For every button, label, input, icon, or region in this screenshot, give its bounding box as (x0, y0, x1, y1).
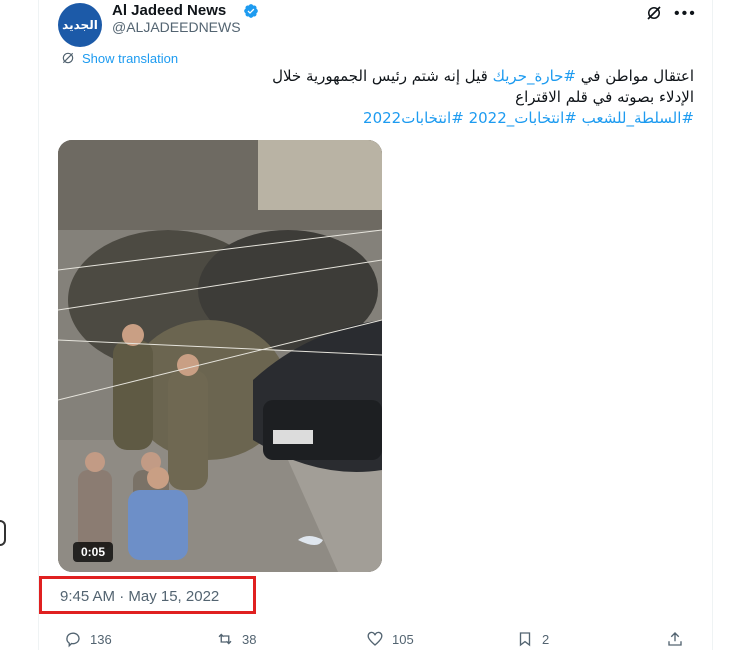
hashtag-link[interactable]: #حارة_حريك (493, 67, 576, 85)
share-button[interactable] (666, 630, 684, 648)
author-handle[interactable]: @ALJADEEDNEWS (112, 19, 241, 35)
translate-icon (62, 52, 74, 64)
verified-badge-icon (244, 4, 258, 18)
repost-count: 38 (242, 631, 257, 647)
share-icon (668, 632, 682, 646)
card-right-border (712, 0, 713, 650)
hashtag-link[interactable]: #السلطة_للشعب (582, 109, 694, 127)
hashtag-link[interactable]: #انتخابات_2022 (469, 109, 577, 127)
reply-icon (66, 632, 80, 648)
like-button[interactable]: 105 (366, 630, 414, 648)
bookmark-button[interactable]: 2 (516, 630, 549, 648)
tweet-text-part1: اعتقال مواطن في (576, 67, 694, 85)
show-translation-link[interactable]: Show translation (60, 50, 178, 66)
video-frame-image (58, 140, 382, 572)
tweet-timestamp[interactable]: 9:45 AM · May 15, 2022 (60, 588, 219, 605)
reply-count: 136 (90, 631, 112, 647)
timestamp-highlight: 9:45 AM · May 15, 2022 (39, 576, 256, 614)
repost-button[interactable]: 38 (216, 630, 256, 648)
edge-fragment (0, 520, 6, 546)
author-name[interactable]: Al Jadeed News (112, 2, 226, 19)
like-count: 105 (392, 631, 414, 647)
bookmark-count: 2 (542, 631, 550, 647)
grok-icon[interactable] (645, 4, 663, 22)
video-duration-badge: 0:05 (73, 542, 114, 562)
avatar-text: الجديد (62, 18, 98, 32)
video-player[interactable]: 0:05 (58, 140, 382, 572)
card-left-border (38, 0, 39, 650)
repost-icon (218, 633, 232, 645)
bookmark-icon (519, 632, 531, 647)
reply-button[interactable]: 136 (64, 630, 112, 648)
heart-icon (367, 631, 383, 646)
hashtag-link[interactable]: #انتخابات2022 (363, 109, 464, 127)
action-bar: 136 38 105 2 (58, 630, 698, 650)
more-options-icon[interactable]: ••• (674, 6, 697, 22)
show-translation-label: Show translation (82, 50, 179, 66)
tweet-text: اعتقال مواطن في #حارة_حريك قيل إنه شتم ر… (250, 66, 694, 129)
avatar[interactable]: الجديد (58, 3, 102, 47)
